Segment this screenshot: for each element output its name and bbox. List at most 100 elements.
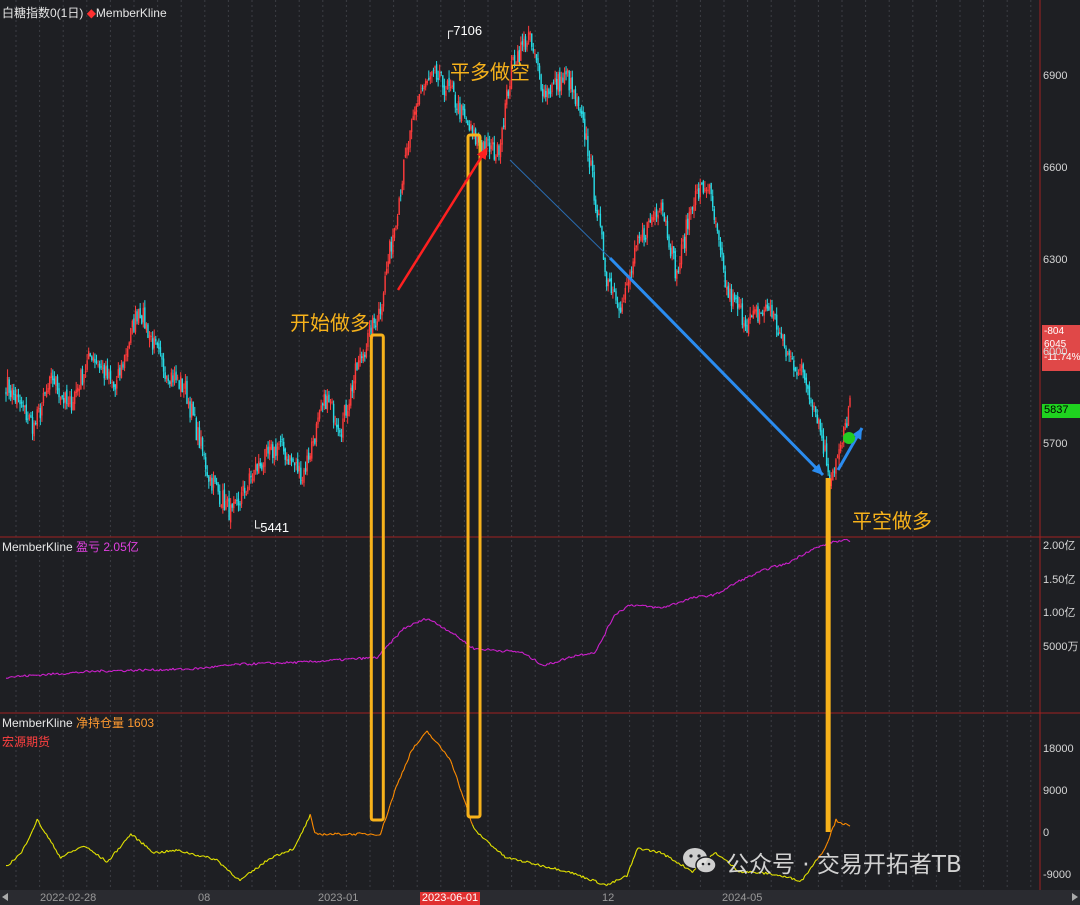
- pnl-line-segment: [621, 609, 625, 612]
- pnl-line-segment: [428, 618, 431, 621]
- candle-body: [490, 145, 492, 149]
- candle-body: [593, 171, 595, 201]
- candle-body: [640, 237, 642, 241]
- pnl-line-segment: [734, 581, 737, 585]
- candle-body: [276, 446, 279, 456]
- pnl-line-segment: [718, 591, 721, 594]
- pnl-line-segment: [451, 632, 455, 635]
- candle-body: [730, 288, 733, 306]
- pnl-line-segment: [372, 656, 375, 659]
- pnl-line-segment: [508, 649, 511, 652]
- candle-body: [595, 199, 597, 211]
- candle-body: [537, 58, 539, 65]
- pnl-line-segment: [314, 660, 317, 663]
- pnl-line-segment: [93, 670, 96, 673]
- candle-body: [794, 367, 797, 372]
- net-position-segment: [88, 847, 91, 851]
- pnl-line-segment: [373, 656, 377, 659]
- candle-body: [415, 105, 417, 115]
- candle-body: [701, 182, 703, 184]
- net-position-segment: [333, 832, 336, 835]
- candle-body: [222, 490, 224, 509]
- candle-body: [159, 347, 162, 353]
- net-position-segment: [489, 842, 492, 847]
- pnl-line-segment: [654, 606, 657, 609]
- net-position-segment: [247, 872, 250, 875]
- candle-body: [669, 247, 672, 257]
- net-position-segment: [367, 833, 370, 836]
- candle-body: [195, 418, 198, 441]
- pnl-line-segment: [214, 665, 217, 668]
- candle-body: [183, 390, 185, 392]
- net-position-segment: [110, 856, 113, 860]
- candle-body: [16, 394, 18, 405]
- net-position-segment: [13, 858, 16, 861]
- pnl-line-segment: [420, 619, 423, 622]
- net-position-segment: [462, 796, 466, 801]
- chart-canvas: [0, 0, 1080, 905]
- pnl-line-segment: [607, 624, 611, 627]
- candle-body: [175, 371, 177, 381]
- candle-body: [816, 414, 818, 424]
- candle-body: [774, 314, 776, 316]
- pnl-line-segment: [277, 661, 280, 664]
- pnl-line-segment: [715, 591, 718, 595]
- candle-body: [796, 371, 798, 376]
- net-position-segment: [47, 837, 51, 840]
- candle-body: [708, 184, 711, 189]
- candle-body: [799, 368, 801, 371]
- candle-body: [638, 236, 641, 238]
- pnl-line-segment: [536, 661, 539, 664]
- candle-body: [141, 315, 143, 324]
- pnl-line-segment: [578, 654, 581, 657]
- pnl-panel-header: MemberKline 盈亏 2.05亿: [2, 538, 139, 555]
- pnl-line-segment: [696, 595, 700, 598]
- net-position-segment: [35, 818, 38, 824]
- candle-body: [253, 469, 255, 481]
- candle-body: [668, 236, 670, 248]
- candle-body: [387, 261, 389, 267]
- candle-body: [139, 308, 141, 319]
- candle-body: [250, 475, 252, 478]
- candle-body: [375, 325, 377, 328]
- candle-body: [707, 189, 709, 192]
- net-position-segment: [266, 859, 269, 862]
- net-position-segment: [278, 854, 281, 857]
- net-position-segment: [147, 847, 150, 850]
- net-position-segment: [7, 864, 10, 867]
- candle-body: [493, 142, 496, 160]
- candle-body: [687, 218, 689, 229]
- candle-body: [201, 437, 204, 452]
- candle-body: [814, 407, 817, 413]
- pnl-line-segment: [612, 614, 615, 619]
- pnl-line-segment: [614, 613, 617, 616]
- net-position-segment: [18, 853, 21, 856]
- candle-body: [178, 380, 180, 389]
- net-position-segment: [258, 864, 261, 869]
- candle-body: [487, 139, 489, 141]
- candle-body: [771, 304, 773, 317]
- candle-body: [323, 394, 325, 406]
- candle-body: [144, 307, 146, 329]
- candle-body: [646, 222, 648, 238]
- candle-body: [114, 384, 116, 390]
- candle-body: [376, 321, 378, 326]
- net-position-segment: [397, 779, 400, 785]
- pnl-line-segment: [727, 585, 731, 588]
- pnl-line-segment: [367, 656, 370, 659]
- candle-body: [644, 237, 647, 240]
- net-position-segment: [25, 840, 29, 845]
- net-position-segment: [63, 854, 66, 857]
- candle-body: [167, 378, 169, 381]
- candle-body: [768, 306, 770, 311]
- candle-body: [830, 478, 832, 487]
- net-position-segment: [542, 864, 545, 867]
- pnl-line-segment: [167, 668, 171, 672]
- pnl-line-segment: [565, 657, 568, 660]
- candle-body: [705, 189, 708, 191]
- candle-body: [161, 355, 163, 360]
- candle-body: [72, 401, 74, 410]
- net-position-segment: [270, 857, 274, 860]
- candle-body: [70, 396, 73, 411]
- pnl-line-segment: [384, 645, 388, 650]
